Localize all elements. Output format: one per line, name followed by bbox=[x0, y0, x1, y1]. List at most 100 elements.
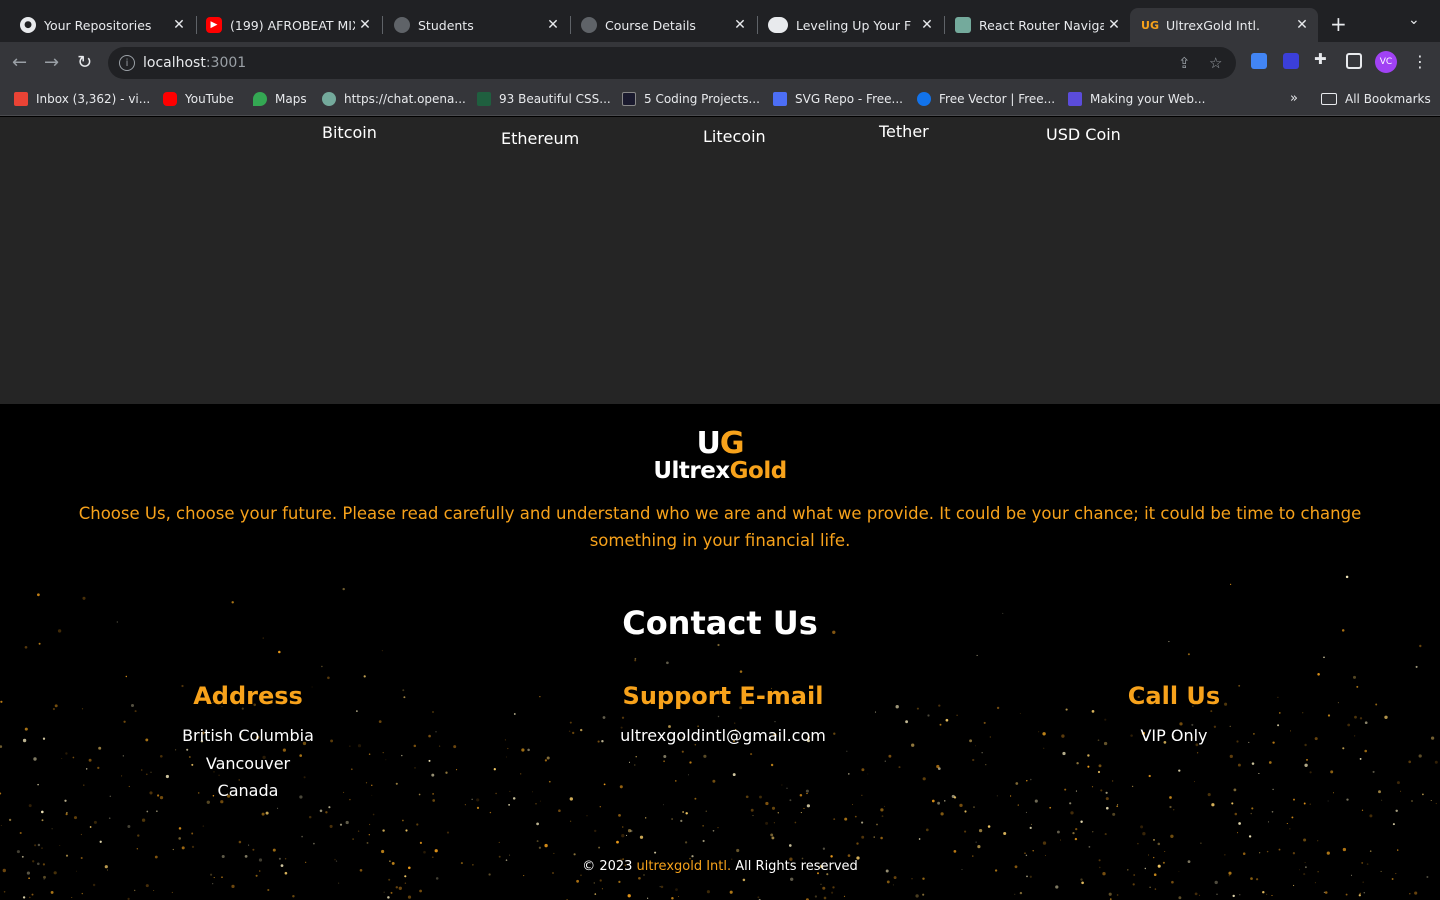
bookmark-chatgpt[interactable]: https://chat.opena... bbox=[322, 92, 466, 106]
coin-tether[interactable]: Tether bbox=[879, 122, 929, 141]
all-bookmarks-folder[interactable]: All Bookmarks bbox=[1321, 92, 1431, 106]
sparkle-dot bbox=[301, 835, 303, 838]
sparkle-dot bbox=[1178, 896, 1182, 900]
sparkle-dot bbox=[1271, 894, 1273, 897]
close-icon[interactable]: ✕ bbox=[169, 17, 189, 33]
sparkle-dot bbox=[1259, 852, 1261, 854]
sparkle-dot bbox=[822, 886, 826, 890]
sparkle-dot bbox=[221, 876, 223, 879]
sparkle-dot bbox=[794, 821, 797, 824]
sparkle-dot bbox=[1237, 832, 1239, 834]
sparkle-dot bbox=[621, 834, 625, 838]
bookmark-css-buttons[interactable]: 93 Beautiful CSS... bbox=[477, 92, 611, 106]
coin-usd-coin[interactable]: USD Coin bbox=[1046, 125, 1121, 144]
sparkle-dot bbox=[520, 773, 522, 775]
sparkle-dot bbox=[823, 896, 827, 900]
sparkle-dot bbox=[1411, 800, 1413, 802]
close-icon[interactable]: ✕ bbox=[355, 17, 375, 33]
sparkle-dot bbox=[1248, 835, 1252, 838]
sparkle-dot bbox=[1105, 791, 1108, 794]
coin-ethereum[interactable]: Ethereum bbox=[501, 129, 579, 148]
share-icon[interactable]: ⇪ bbox=[1178, 54, 1191, 72]
sparkle-dot bbox=[1434, 760, 1438, 764]
forward-icon[interactable]: → bbox=[44, 52, 59, 73]
sparkle-dot bbox=[634, 659, 637, 662]
sparkle-dot bbox=[402, 819, 404, 822]
sparkle-dot bbox=[1091, 786, 1094, 788]
sparkle-dot bbox=[569, 797, 573, 801]
sparkle-dot bbox=[922, 877, 925, 880]
bookmark-freepik[interactable]: Free Vector | Free... bbox=[917, 92, 1055, 106]
menu-kebab-icon[interactable]: ⋮ bbox=[1412, 52, 1428, 71]
sparkle-dot bbox=[145, 884, 149, 888]
coin-bitcoin[interactable]: Bitcoin bbox=[322, 123, 377, 142]
sparkle-dot bbox=[975, 841, 977, 843]
gmail-icon bbox=[14, 92, 28, 106]
sparkle-dot bbox=[31, 893, 34, 896]
sparkle-dot bbox=[1025, 854, 1028, 857]
sparkle-dot bbox=[593, 882, 596, 884]
sparkle-dot bbox=[37, 843, 41, 847]
web-guide-icon bbox=[1068, 92, 1082, 106]
sparkle-dot bbox=[1069, 802, 1072, 805]
sparkle-dot bbox=[369, 823, 371, 826]
bookmark-gmail[interactable]: Inbox (3,362) - vi... bbox=[14, 92, 150, 106]
bookmark-coding-projects[interactable]: 5 Coding Projects... bbox=[622, 92, 760, 106]
close-icon[interactable]: ✕ bbox=[730, 17, 750, 33]
sparkle-dot bbox=[1029, 875, 1032, 878]
bookmark-youtube[interactable]: YouTube bbox=[163, 92, 234, 106]
sparkle-dot bbox=[1238, 822, 1241, 825]
bookmark-making-web[interactable]: Making your Web... bbox=[1068, 92, 1205, 106]
tab-ultrexgold[interactable]: UG UltrexGold Intl. ✕ bbox=[1130, 8, 1318, 42]
sparkle-dot bbox=[446, 831, 450, 834]
sparkle-dot bbox=[940, 812, 944, 816]
sparkle-dot bbox=[771, 806, 776, 810]
tab-students[interactable]: Students ✕ bbox=[382, 8, 569, 42]
copyright-brand-link[interactable]: ultrexgold Intl. bbox=[637, 859, 732, 874]
tab-react-router[interactable]: React Router Navigati ✕ bbox=[943, 8, 1130, 42]
sparkle-dot bbox=[329, 824, 333, 828]
sparkle-dot bbox=[1239, 894, 1241, 896]
bookmark-svg-repo[interactable]: SVG Repo - Free... bbox=[773, 92, 903, 106]
tab-your-repositories[interactable]: ● Your Repositories ✕ bbox=[8, 8, 195, 42]
sparkle-dot bbox=[599, 805, 602, 808]
extension-docs-icon[interactable] bbox=[1251, 53, 1267, 69]
sparkle-dot bbox=[580, 874, 582, 877]
sparkle-dot bbox=[278, 650, 281, 654]
coin-litecoin[interactable]: Litecoin bbox=[703, 127, 766, 146]
sparkle-dot bbox=[1293, 798, 1295, 801]
css-site-icon bbox=[477, 92, 491, 106]
bookmark-maps[interactable]: Maps bbox=[253, 92, 307, 106]
sparkle-dot bbox=[770, 763, 774, 767]
sparkle-dot bbox=[508, 804, 510, 806]
sparkle-dot bbox=[918, 838, 921, 840]
side-panel-icon[interactable] bbox=[1346, 53, 1362, 69]
sparkle-dot bbox=[601, 888, 603, 890]
globe-icon bbox=[394, 17, 410, 33]
tab-search-chevron-icon[interactable]: ⌄ bbox=[1408, 12, 1420, 28]
support-email-link[interactable]: ultrexgoldintl@gmail.com bbox=[523, 722, 923, 750]
reload-icon[interactable]: ↻ bbox=[77, 52, 92, 73]
profile-avatar[interactable]: VC bbox=[1375, 51, 1397, 73]
sparkle-dot bbox=[231, 884, 235, 889]
close-icon[interactable]: ✕ bbox=[1104, 17, 1124, 33]
sparkle-dot bbox=[790, 877, 794, 881]
close-icon[interactable]: ✕ bbox=[543, 17, 563, 33]
bookmark-star-icon[interactable]: ☆ bbox=[1209, 54, 1222, 72]
sparkle-dot bbox=[154, 855, 158, 859]
extension-colorpick-icon[interactable] bbox=[1283, 53, 1299, 69]
tab-afrobeat-mix[interactable]: ▶ (199) AFROBEAT MIX ✕ bbox=[194, 8, 381, 42]
sparkle-dot bbox=[1092, 831, 1094, 833]
tab-leveling-up[interactable]: Leveling Up Your F ✕ bbox=[756, 8, 943, 42]
tab-course-details[interactable]: Course Details ✕ bbox=[569, 8, 756, 42]
new-tab-icon[interactable]: + bbox=[1330, 12, 1347, 36]
close-icon[interactable]: ✕ bbox=[917, 17, 937, 33]
more-bookmarks-icon[interactable]: » bbox=[1290, 91, 1298, 106]
extensions-puzzle-icon[interactable]: ✚ bbox=[1314, 50, 1330, 68]
sparkle-dot bbox=[1031, 823, 1032, 825]
back-icon[interactable]: ← bbox=[12, 52, 27, 73]
close-icon[interactable]: ✕ bbox=[1292, 17, 1312, 33]
sparkle-dot bbox=[681, 750, 684, 753]
site-info-icon[interactable]: i bbox=[119, 55, 135, 71]
address-bar[interactable]: i localhost:3001 ⇪ ☆ bbox=[108, 47, 1236, 79]
